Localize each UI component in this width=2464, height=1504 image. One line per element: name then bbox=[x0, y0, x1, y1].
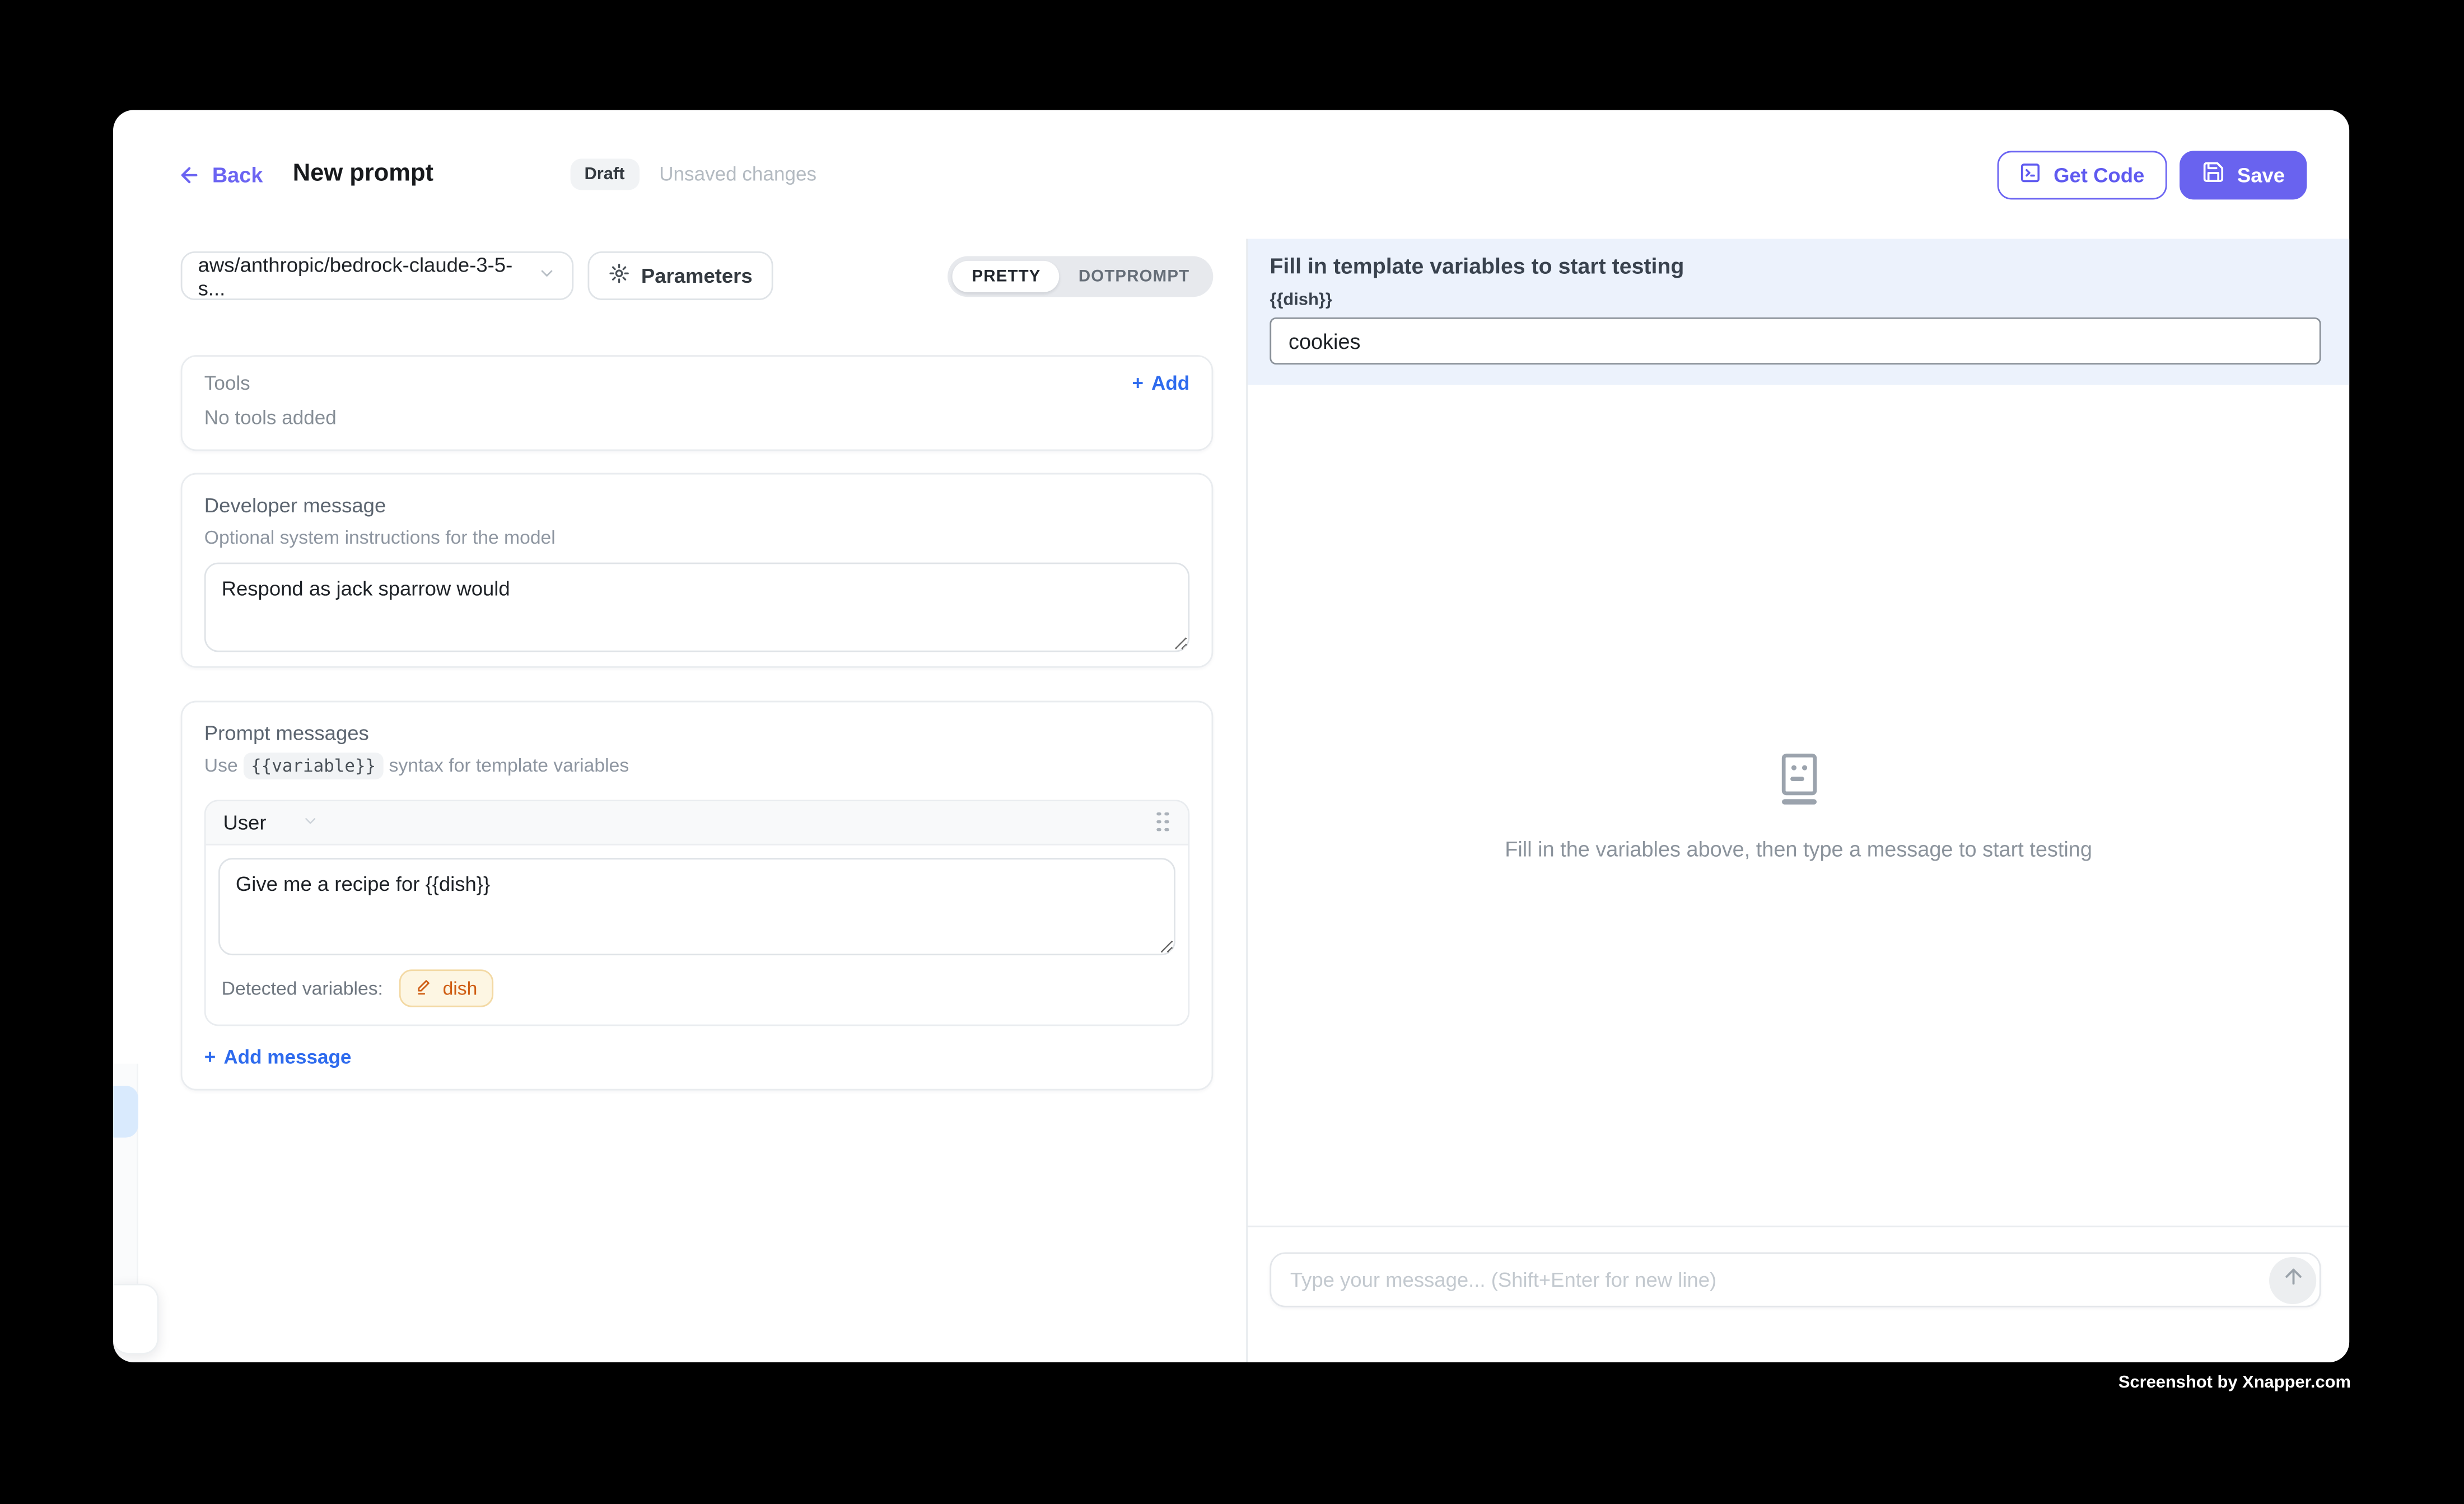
terminal-icon bbox=[2019, 161, 2041, 188]
arrow-left-icon bbox=[178, 162, 201, 186]
tools-card: Tools + Add No tools added bbox=[181, 355, 1214, 451]
role-select[interactable]: User bbox=[223, 811, 319, 834]
empty-state-text: Fill in the variables above, then type a… bbox=[1505, 838, 2092, 861]
model-row: aws/anthropic/bedrock-claude-3-5-s... Pa… bbox=[181, 251, 1214, 300]
toggle-dotprompt[interactable]: DOTPROMPT bbox=[1060, 260, 1208, 291]
composer bbox=[1248, 1226, 2349, 1362]
dish-variable-label: {{dish}} bbox=[1270, 291, 2321, 310]
message-body: Give me a recipe for {{dish}} bbox=[206, 846, 1188, 955]
variable-badge-label: dish bbox=[443, 977, 478, 999]
add-message-button[interactable]: + Add message bbox=[204, 1047, 1189, 1068]
chevron-down-icon bbox=[538, 264, 557, 287]
header: Back New prompt Draft Unsaved changes Ge… bbox=[113, 110, 2349, 239]
add-tool-label: Add bbox=[1151, 372, 1189, 394]
toggle-pretty[interactable]: PRETTY bbox=[953, 260, 1060, 291]
subtitle-prefix: Use bbox=[204, 754, 238, 776]
back-label: Back bbox=[212, 162, 263, 186]
variable-syntax-chip: {{variable}} bbox=[243, 753, 384, 779]
tools-title: Tools bbox=[204, 372, 250, 394]
parameters-label: Parameters bbox=[641, 264, 753, 287]
view-mode-toggle: PRETTY DOTPROMPT bbox=[948, 255, 1213, 296]
developer-message-card: Developer message Optional system instru… bbox=[181, 473, 1214, 668]
chat-empty-state: Fill in the variables above, then type a… bbox=[1248, 385, 2349, 1225]
back-button[interactable]: Back bbox=[178, 162, 263, 186]
tools-empty-text: No tools added bbox=[204, 407, 1189, 429]
plus-icon: + bbox=[204, 1047, 216, 1068]
save-icon bbox=[2201, 160, 2224, 189]
page-title: New prompt bbox=[293, 160, 433, 189]
developer-message-textarea[interactable]: Respond as jack sparrow would bbox=[204, 563, 1189, 652]
add-tool-button[interactable]: + Add bbox=[1132, 372, 1189, 394]
tools-header: Tools + Add bbox=[204, 372, 1189, 394]
chevron-down-icon bbox=[302, 811, 320, 834]
clipped-popover-highlight bbox=[113, 1086, 138, 1138]
message-block: User Give me a recipe for {{dish}} bbox=[204, 800, 1189, 1026]
test-panel: Fill in template variables to start test… bbox=[1248, 239, 2349, 1362]
save-label: Save bbox=[2237, 162, 2285, 186]
prompt-messages-subtitle: Use {{variable}} syntax for template var… bbox=[204, 754, 1189, 776]
get-code-label: Get Code bbox=[2054, 162, 2144, 186]
dish-variable-input[interactable] bbox=[1270, 317, 2321, 365]
pencil-icon bbox=[414, 977, 433, 1000]
message-header: User bbox=[206, 801, 1188, 846]
role-select-value: User bbox=[223, 811, 266, 834]
parameters-button[interactable]: Parameters bbox=[587, 251, 773, 300]
prompt-messages-card: Prompt messages Use {{variable}} syntax … bbox=[181, 701, 1214, 1091]
robot-face-icon bbox=[1772, 750, 1825, 838]
get-code-button[interactable]: Get Code bbox=[1997, 150, 2166, 199]
message-input[interactable] bbox=[1270, 1252, 2321, 1307]
add-message-label: Add message bbox=[223, 1047, 351, 1068]
composer-box bbox=[1270, 1252, 2321, 1307]
detected-variables-row: Detected variables: dish bbox=[206, 955, 1188, 1024]
status-badge: Draft bbox=[570, 158, 639, 190]
prompt-messages-title: Prompt messages bbox=[204, 721, 1189, 745]
model-select[interactable]: aws/anthropic/bedrock-claude-3-5-s... bbox=[181, 251, 574, 300]
developer-message-title: Developer message bbox=[204, 493, 1189, 517]
send-button[interactable] bbox=[2269, 1256, 2316, 1303]
plus-icon: + bbox=[1132, 372, 1144, 394]
detected-variables-label: Detected variables: bbox=[222, 977, 383, 999]
app-window: Back New prompt Draft Unsaved changes Ge… bbox=[113, 110, 2349, 1362]
unsaved-changes-text: Unsaved changes bbox=[659, 164, 816, 185]
template-variables-panel: Fill in template variables to start test… bbox=[1248, 239, 2349, 385]
variable-badge-dish[interactable]: dish bbox=[399, 969, 493, 1007]
clipped-popover-card bbox=[113, 1284, 158, 1354]
message-textarea[interactable]: Give me a recipe for {{dish}} bbox=[218, 858, 1175, 955]
screenshot-stage: Back New prompt Draft Unsaved changes Ge… bbox=[0, 0, 2464, 1503]
watermark-text: Screenshot by Xnapper.com bbox=[2118, 1374, 2351, 1393]
drag-handle-icon[interactable] bbox=[1156, 811, 1170, 833]
save-button[interactable]: Save bbox=[2179, 150, 2307, 199]
subtitle-suffix: syntax for template variables bbox=[389, 754, 629, 776]
prompt-editor-panel: aws/anthropic/bedrock-claude-3-5-s... Pa… bbox=[113, 239, 1246, 1362]
model-select-value: aws/anthropic/bedrock-claude-3-5-s... bbox=[198, 252, 538, 299]
arrow-up-icon bbox=[2281, 1264, 2304, 1296]
fill-variables-title: Fill in template variables to start test… bbox=[1270, 253, 2321, 278]
developer-message-subtitle: Optional system instructions for the mod… bbox=[204, 526, 1189, 548]
gear-icon bbox=[608, 263, 630, 289]
